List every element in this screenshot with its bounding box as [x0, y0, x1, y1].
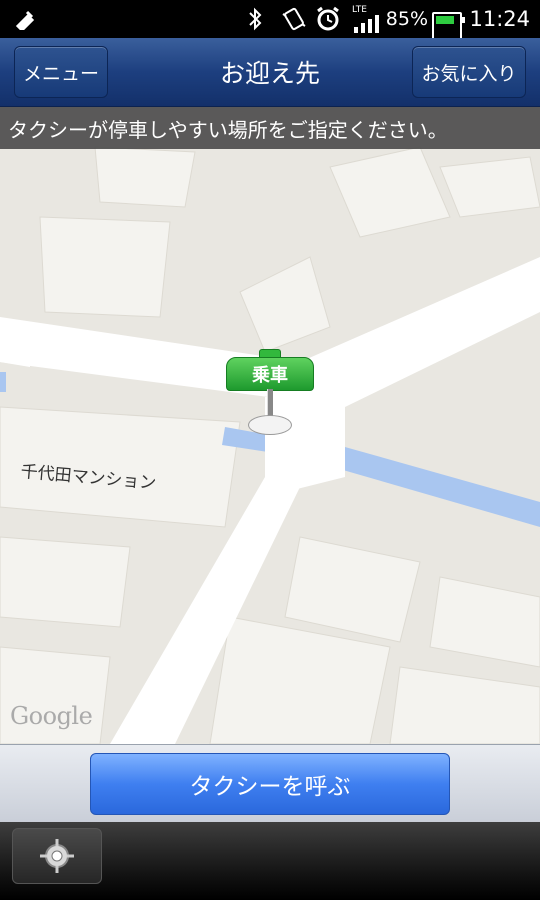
alarm-icon	[314, 0, 342, 38]
title-bar: お迎え先 メニュー お気に入り	[0, 38, 540, 107]
pickup-pin-label: 乗車	[226, 357, 314, 391]
current-location-icon	[40, 839, 74, 873]
clock: 11:24	[469, 7, 530, 31]
network-label: LTE	[352, 4, 367, 15]
menu-button[interactable]: メニュー	[14, 46, 108, 98]
current-location-button[interactable]	[12, 828, 102, 884]
battery-percent: 85%	[385, 8, 428, 30]
pickup-pin[interactable]: 乗車	[226, 347, 314, 439]
map-view[interactable]: 千代田マンション Google 乗車	[0, 107, 540, 744]
usb-icon	[14, 0, 36, 38]
status-bar: LTE 85% 11:24	[0, 0, 540, 54]
call-taxi-button[interactable]: タクシーを呼ぶ	[90, 753, 450, 815]
instruction-banner: タクシーが停車しやすい場所をご指定ください。	[0, 107, 540, 149]
vibrate-icon	[280, 0, 308, 38]
signal-icon: LTE	[352, 0, 382, 38]
bluetooth-icon	[248, 0, 262, 38]
bottom-toolbar	[0, 822, 540, 900]
google-attribution: Google	[10, 702, 93, 730]
favorites-button[interactable]: お気に入り	[412, 46, 526, 98]
call-panel: タクシーを呼ぶ	[0, 744, 540, 823]
pin-base	[248, 415, 292, 435]
